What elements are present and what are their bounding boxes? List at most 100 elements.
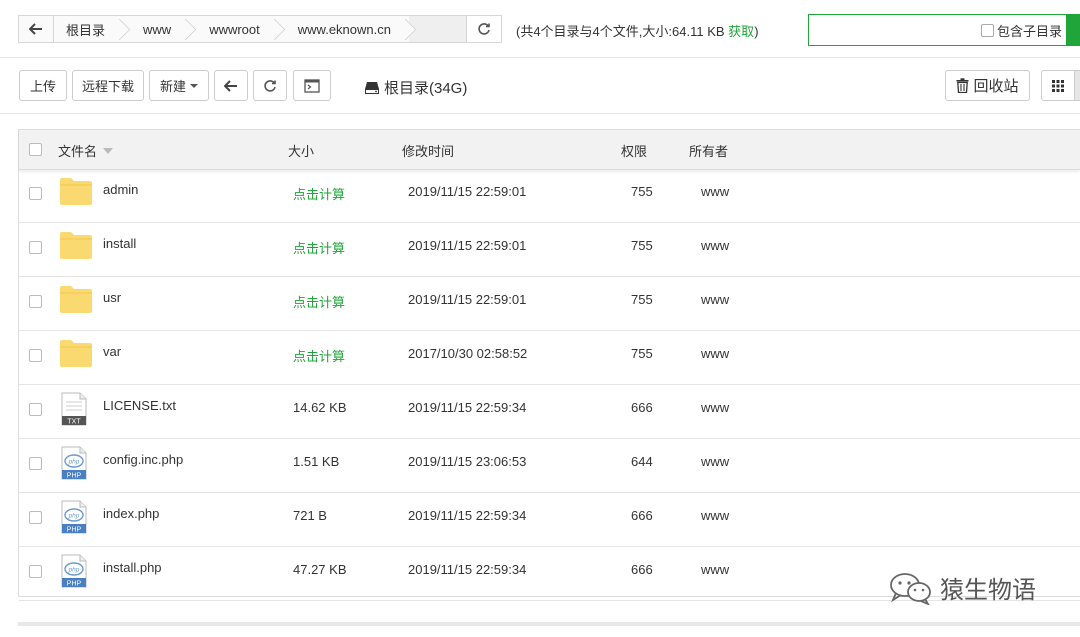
search-button[interactable] <box>1066 14 1080 46</box>
breadcrumb-label: www.eknown.cn <box>297 21 391 37</box>
file-name[interactable]: install.php <box>103 560 162 575</box>
breadcrumb-label: 根目录 <box>66 22 106 38</box>
owner[interactable]: www <box>701 346 729 361</box>
modified-time: 2019/11/15 23:06:53 <box>408 454 527 469</box>
table-row[interactable]: install 点击计算 2019/11/15 22:59:01 755 www <box>19 223 1080 277</box>
calculate-size-link[interactable]: 点击计算 <box>293 184 345 203</box>
breadcrumb-domain[interactable]: www.eknown.cn <box>277 16 409 42</box>
file-name[interactable]: config.inc.php <box>103 452 183 467</box>
table-row[interactable]: usr 点击计算 2019/11/15 22:59:01 755 www <box>19 277 1080 331</box>
new-dropdown-button[interactable]: 新建 <box>149 70 209 101</box>
search-box: 包含子目录 <box>808 14 1080 46</box>
calculate-size-link[interactable]: 点击计算 <box>293 238 345 257</box>
row-checkbox[interactable] <box>29 511 42 524</box>
breadcrumb-root[interactable]: 根目录 <box>54 16 124 42</box>
table-row[interactable]: php PHP index.php 721 B 2019/11/15 22:59:34 6… <box>19 493 1080 547</box>
remote-download-button[interactable]: 远程下载 <box>72 70 144 101</box>
directory-summary: (共4个目录与4个文件,大小:64.11 KB 获取) <box>516 21 759 40</box>
table-row[interactable]: admin 点击计算 2019/11/15 22:59:01 755 www <box>19 169 1080 223</box>
refresh-button[interactable] <box>253 70 287 101</box>
terminal-button[interactable] <box>293 70 331 101</box>
php-badge-label: PHP <box>67 581 82 588</box>
file-name[interactable]: usr <box>103 290 121 305</box>
trash-icon <box>956 78 969 93</box>
owner[interactable]: www <box>701 562 729 577</box>
column-header-name[interactable]: 文件名 <box>58 141 114 160</box>
permission[interactable]: 644 <box>631 454 653 469</box>
owner[interactable]: www <box>701 400 729 415</box>
search-input[interactable] <box>813 18 977 44</box>
modified-time: 2019/11/15 22:59:01 <box>408 238 527 253</box>
php-file-icon: php PHP <box>61 554 87 588</box>
folder-icon <box>60 178 92 205</box>
owner[interactable]: www <box>701 508 729 523</box>
permission[interactable]: 755 <box>631 292 653 307</box>
recycle-bin-button[interactable]: 回收站 <box>945 70 1030 101</box>
permission[interactable]: 666 <box>631 400 653 415</box>
row-checkbox[interactable] <box>29 295 42 308</box>
file-name[interactable]: LICENSE.txt <box>103 398 176 413</box>
owner[interactable]: www <box>701 238 729 253</box>
php-file-icon: php PHP <box>61 500 87 534</box>
calculate-size-link[interactable]: 点击计算 <box>293 346 345 365</box>
column-header-perm[interactable]: 权限 <box>621 141 647 160</box>
table-row[interactable]: var 点击计算 2017/10/30 02:58:52 755 www <box>19 331 1080 385</box>
grid-icon <box>1052 79 1064 92</box>
arrow-left-icon <box>224 79 237 92</box>
table-row[interactable]: TXT LICENSE.txt 14.62 KB 2019/11/15 22:59:3… <box>19 385 1080 439</box>
list-view-button[interactable] <box>1074 70 1080 101</box>
file-name[interactable]: install <box>103 236 136 251</box>
select-all-checkbox[interactable] <box>29 143 42 156</box>
folder-icon <box>60 340 92 367</box>
grid-view-button[interactable] <box>1041 70 1075 101</box>
recycle-label: 回收站 <box>973 78 1019 95</box>
modified-time: 2019/11/15 22:59:34 <box>408 508 527 523</box>
owner[interactable]: www <box>701 292 729 307</box>
path-back-button[interactable] <box>19 16 54 42</box>
disk-indicator: 根目录(34G) <box>364 77 467 98</box>
calculate-size-link[interactable]: 点击计算 <box>293 292 345 311</box>
permission[interactable]: 666 <box>631 508 653 523</box>
row-checkbox[interactable] <box>29 187 42 200</box>
row-checkbox[interactable] <box>29 457 42 470</box>
column-header-owner[interactable]: 所有者 <box>689 141 728 160</box>
file-name[interactable]: var <box>103 344 121 359</box>
include-subdir-option[interactable]: 包含子目录 <box>981 21 1062 40</box>
path-input-area[interactable] <box>408 16 466 42</box>
file-name[interactable]: admin <box>103 182 138 197</box>
breadcrumb-wwwroot[interactable]: wwwroot <box>189 16 278 42</box>
modified-time: 2017/10/30 02:58:52 <box>408 346 528 361</box>
permission[interactable]: 755 <box>631 346 653 361</box>
breadcrumb-www[interactable]: www <box>123 16 190 42</box>
table-row[interactable]: php PHP config.inc.php 1.51 KB 2019/11/15 23… <box>19 439 1080 493</box>
modified-time: 2019/11/15 22:59:01 <box>408 184 527 199</box>
header-label: 文件名 <box>58 144 98 159</box>
txt-file-icon: TXT <box>61 392 87 426</box>
path-refresh-button[interactable] <box>466 16 501 42</box>
divider <box>0 57 1080 58</box>
row-checkbox[interactable] <box>29 403 42 416</box>
include-subdir-checkbox[interactable] <box>981 24 994 37</box>
permission[interactable]: 755 <box>631 238 653 253</box>
owner[interactable]: www <box>701 454 729 469</box>
summary-text: (共4个目录与4个文件,大小:64.11 KB <box>516 24 725 39</box>
new-label: 新建 <box>159 79 186 94</box>
row-checkbox[interactable] <box>29 241 42 254</box>
php-logo-text: php <box>68 459 80 466</box>
chevron-down-icon <box>190 83 198 88</box>
column-header-size[interactable]: 大小 <box>288 141 314 160</box>
column-header-mtime[interactable]: 修改时间 <box>402 141 454 160</box>
back-button[interactable] <box>214 70 248 101</box>
upload-button[interactable]: 上传 <box>19 70 67 101</box>
file-type-icon: TXT <box>59 392 93 426</box>
permission[interactable]: 755 <box>631 184 653 199</box>
arrow-left-icon <box>29 23 42 35</box>
row-checkbox[interactable] <box>29 349 42 362</box>
php-logo-text: php <box>68 513 80 520</box>
fetch-size-link[interactable]: 获取 <box>728 24 754 39</box>
divider <box>0 113 1080 114</box>
owner[interactable]: www <box>701 184 729 199</box>
file-name[interactable]: index.php <box>103 506 159 521</box>
row-checkbox[interactable] <box>29 565 42 578</box>
permission[interactable]: 666 <box>631 562 653 577</box>
